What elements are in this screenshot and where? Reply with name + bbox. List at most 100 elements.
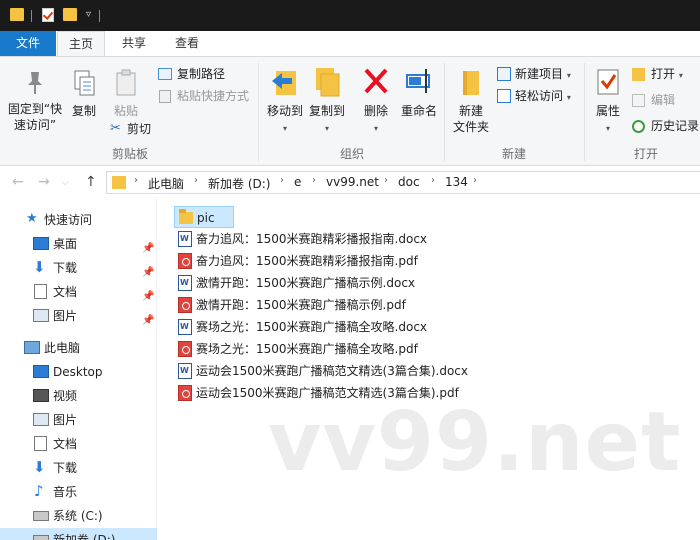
- breadcrumb-separator-icon[interactable]: ›: [431, 175, 435, 186]
- sidebar-item-this-pc[interactable]: 此电脑: [0, 336, 157, 360]
- breadcrumb-separator-icon[interactable]: ›: [473, 175, 477, 186]
- pin-label-line1: 固定到“快: [7, 102, 63, 116]
- breadcrumb-doc[interactable]: doc: [398, 175, 420, 189]
- history-icon: [632, 120, 645, 133]
- sidebar-item-documents-pc[interactable]: 文档: [0, 432, 157, 456]
- copy-to-icon: [316, 68, 340, 97]
- chevron-down-icon: ▾: [373, 124, 378, 133]
- copy-button[interactable]: 复制: [68, 69, 100, 119]
- folder-icon: [112, 176, 126, 189]
- file-name: 激情开跑：1500米赛跑广播稿示例.docx: [196, 276, 416, 290]
- properties-check-icon[interactable]: [42, 8, 54, 22]
- breadcrumb-134[interactable]: 134: [445, 175, 468, 189]
- chevron-down-icon: ▾: [566, 71, 571, 80]
- properties-button[interactable]: 属性 ▾: [590, 65, 626, 137]
- pin-icon[interactable]: 📌: [142, 309, 154, 333]
- sidebar-item-music[interactable]: ♪ 音乐: [0, 480, 157, 504]
- edit-button[interactable]: 编辑: [632, 91, 675, 109]
- breadcrumb-separator-icon[interactable]: ›: [384, 175, 388, 186]
- properties-label: 属性: [595, 104, 620, 118]
- folder-icon[interactable]: [10, 8, 24, 21]
- sidebar-item-downloads-pc[interactable]: ⬇ 下载: [0, 456, 157, 480]
- new-folder-button[interactable]: 新建 文件夹: [450, 65, 492, 135]
- tab-view[interactable]: 查看: [163, 31, 211, 56]
- breadcrumb-vv99[interactable]: vv99.net: [326, 175, 379, 189]
- sidebar-item-documents[interactable]: 文档 📌: [0, 280, 157, 304]
- history-label: 历史记录: [651, 119, 700, 133]
- navigation-pane: ★ 快速访问 桌面 📌 ⬇ 下载 📌 文档 📌 图片 📌 此电脑 Desktop…: [0, 199, 157, 540]
- move-to-button[interactable]: 移动到 ▾: [264, 65, 306, 137]
- pin-label-line2: 速访问”: [13, 118, 57, 132]
- sidebar-item-drive-c[interactable]: 系统 (C:): [0, 504, 157, 528]
- group-organize-label: 组织: [340, 147, 365, 161]
- tab-share[interactable]: 共享: [110, 31, 158, 56]
- history-button[interactable]: 历史记录: [632, 117, 699, 135]
- drive-icon: [33, 511, 49, 521]
- breadcrumb-this-pc[interactable]: 此电脑: [148, 175, 184, 192]
- cut-label: 剪切: [127, 122, 152, 136]
- easy-access-button[interactable]: 轻松访问 ▾: [497, 87, 571, 105]
- breadcrumb-e[interactable]: e: [294, 175, 301, 189]
- pin-to-quick-access-button[interactable]: 固定到“快 速访问”: [4, 69, 66, 133]
- delete-button[interactable]: 删除 ▾: [358, 65, 394, 137]
- back-arrow-icon[interactable]: ←: [12, 174, 24, 190]
- customize-quick-access-icon[interactable]: ▿: [86, 9, 91, 20]
- word-document-icon: [178, 316, 192, 338]
- breadcrumb-separator-icon[interactable]: ›: [280, 175, 284, 186]
- move-to-label: 移动到: [266, 104, 303, 118]
- sidebar-item-label: 此电脑: [44, 341, 81, 355]
- list-item-folder-pic[interactable]: pic: [174, 206, 234, 228]
- new-item-label: 新建项目: [515, 67, 564, 81]
- rename-button[interactable]: 重命名: [398, 65, 440, 119]
- copy-to-label: 复制到: [308, 104, 345, 118]
- word-document-icon: [178, 272, 192, 294]
- breadcrumb-separator-icon[interactable]: ›: [312, 175, 316, 186]
- up-arrow-icon[interactable]: ↑: [85, 174, 97, 190]
- recent-locations-chevron-icon[interactable]: ⌵: [62, 178, 69, 188]
- sidebar-item-pictures[interactable]: 图片 📌: [0, 304, 157, 328]
- sidebar-item-downloads[interactable]: ⬇ 下载 📌: [0, 256, 157, 280]
- breadcrumb-drive-d[interactable]: 新加卷 (D:): [208, 175, 270, 192]
- desktop-icon: [33, 237, 49, 250]
- sidebar-item-label: 下载: [53, 461, 78, 475]
- file-name: pic: [197, 211, 215, 225]
- sidebar-item-pictures-pc[interactable]: 图片: [0, 408, 157, 432]
- navigation-bar: ← → ⌵ ↑ › 此电脑 › 新加卷 (D:) › e › vv99.net …: [0, 166, 700, 199]
- sidebar-item-label: 文档: [53, 437, 78, 451]
- open-button[interactable]: 打开 ▾: [632, 65, 683, 83]
- paste-shortcut-button[interactable]: 粘贴快捷方式: [158, 87, 249, 105]
- new-item-button[interactable]: 新建项目 ▾: [497, 65, 571, 83]
- new-folder-icon[interactable]: [63, 8, 77, 21]
- sidebar-item-videos[interactable]: 视频: [0, 384, 157, 408]
- breadcrumb-separator-icon[interactable]: ›: [194, 175, 198, 186]
- address-bar[interactable]: › 此电脑 › 新加卷 (D:) › e › vv99.net › doc › …: [106, 171, 700, 194]
- forward-arrow-icon[interactable]: →: [38, 174, 50, 190]
- open-label: 打开: [651, 67, 676, 81]
- group-open-label: 打开: [634, 147, 659, 161]
- sidebar-item-drive-d[interactable]: 新加卷 (D:): [0, 528, 157, 540]
- chevron-down-icon: ▾: [605, 124, 610, 133]
- properties-icon: [597, 69, 619, 95]
- copy-path-button[interactable]: 复制路径: [158, 65, 225, 83]
- sidebar-item-desktop-pc[interactable]: Desktop: [0, 360, 157, 384]
- copy-to-button[interactable]: 复制到 ▾: [306, 65, 348, 137]
- ribbon-separator: [258, 63, 259, 161]
- copy-path-icon: [158, 68, 172, 80]
- breadcrumb-separator-icon[interactable]: ›: [134, 175, 138, 186]
- paste-button[interactable]: 粘贴: [108, 69, 144, 119]
- chevron-down-icon: ▾: [324, 124, 329, 133]
- title-bar: ▿: [0, 0, 700, 31]
- sidebar-item-desktop[interactable]: 桌面 📌: [0, 232, 157, 256]
- tab-home[interactable]: 主页: [57, 31, 105, 57]
- download-icon: ⬇: [33, 458, 46, 476]
- sidebar-item-quick-access[interactable]: ★ 快速访问: [0, 208, 157, 232]
- delete-x-icon: [364, 68, 388, 94]
- sidebar-item-label: Desktop: [53, 365, 103, 379]
- delete-label: 删除: [363, 104, 388, 118]
- word-document-icon: [178, 228, 192, 250]
- desktop-icon: [33, 365, 49, 378]
- tab-file[interactable]: 文件: [0, 31, 56, 56]
- paste-shortcut-label: 粘贴快捷方式: [177, 89, 250, 103]
- cut-button[interactable]: ✂ 剪切: [110, 120, 151, 138]
- picture-icon: [33, 309, 49, 322]
